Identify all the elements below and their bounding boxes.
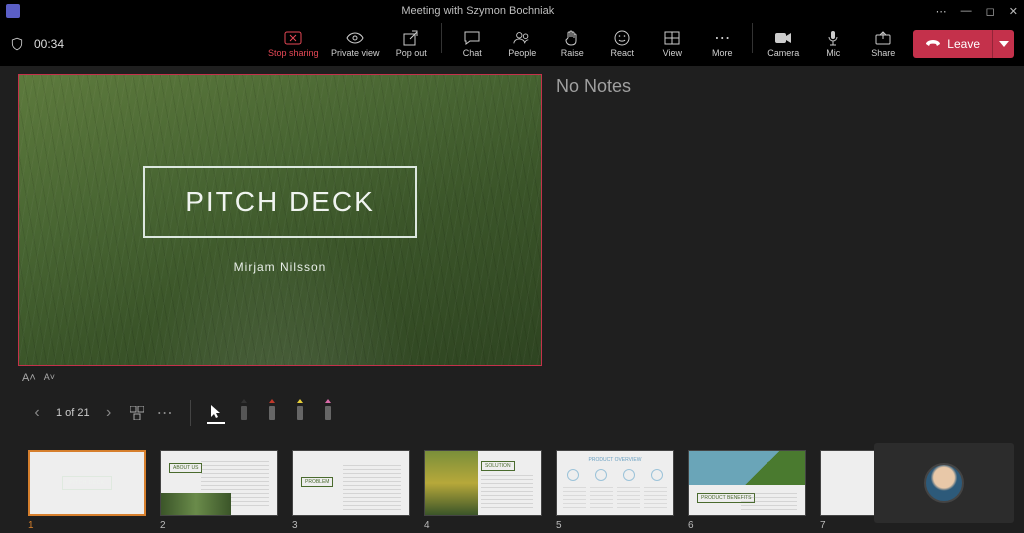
raise-hand-label: Raise [561, 48, 584, 58]
title-bar: Meeting with Szymon Bochniak ⋯ ― ◻ ✕ [0, 0, 1024, 22]
thumb-4-num: 4 [424, 520, 542, 531]
stop-sharing-label: Stop sharing [268, 48, 319, 58]
pop-out-icon [402, 30, 420, 46]
pop-out-label: Pop out [396, 48, 427, 58]
camera-button[interactable]: Camera [759, 23, 807, 65]
grid-view-button[interactable] [128, 404, 146, 422]
leave-label: Leave [947, 37, 980, 51]
raise-hand-button[interactable]: Raise [548, 23, 596, 65]
minimize-icon[interactable]: ― [961, 5, 972, 17]
thumb-3-num: 3 [292, 520, 410, 531]
slide-title: PITCH DECK [185, 186, 375, 218]
react-icon [613, 30, 631, 46]
share-button[interactable]: Share [859, 23, 907, 65]
more-label: More [712, 48, 733, 58]
more-button[interactable]: ⋯ More [698, 23, 746, 65]
participant-tile[interactable] [874, 443, 1014, 523]
avatar [924, 463, 964, 503]
more-icon: ⋯ [713, 30, 731, 46]
presenter-view: PITCH DECK Mirjam Nilsson A˄ A˅ No Notes… [0, 66, 1024, 533]
private-view-button[interactable]: Private view [325, 23, 385, 65]
private-view-label: Private view [331, 48, 380, 58]
thumb-1-num: 1 [28, 520, 146, 531]
thumb-1[interactable]: PITCH DECK 1 [28, 450, 146, 531]
increase-font-button[interactable]: A˄ [22, 372, 36, 384]
thumb-3-badge: PROBLEM [301, 477, 333, 487]
thumb-3[interactable]: PROBLEM 3 [292, 450, 410, 531]
thumb-2[interactable]: ABOUT US 2 [160, 450, 278, 531]
view-button[interactable]: View [648, 23, 696, 65]
view-label: View [663, 48, 682, 58]
pen-black[interactable] [235, 402, 253, 424]
chevron-down-icon [999, 41, 1009, 47]
mic-button[interactable]: Mic [809, 23, 857, 65]
chat-label: Chat [463, 48, 482, 58]
thumb-6-num: 6 [688, 520, 806, 531]
privacy-shield-icon[interactable] [10, 36, 24, 52]
thumb-2-num: 2 [160, 520, 278, 531]
meeting-toolbar: 00:34 Stop sharing Private view Pop out … [0, 22, 1024, 66]
slide-nav: ‹ 1 of 21 › ⋯ [18, 398, 1006, 428]
thumb-6[interactable]: PRODUCT BENEFITS 6 [688, 450, 806, 531]
app-icon [6, 4, 20, 18]
pen-yellow[interactable] [291, 402, 309, 424]
react-label: React [611, 48, 635, 58]
thumbnail-strip: PITCH DECK 1 ABOUT US 2 PROBLEM 3 SOLUTI… [18, 450, 1006, 531]
meeting-timer: 00:34 [34, 37, 64, 51]
hangup-icon [925, 39, 941, 49]
notes-heading: No Notes [556, 76, 1006, 97]
share-icon [874, 30, 892, 46]
thumb-2-badge: ABOUT US [169, 463, 202, 473]
leave-button[interactable]: Leave [913, 30, 992, 58]
leave-options-button[interactable] [992, 30, 1014, 58]
prev-slide-button[interactable]: ‹ [28, 404, 46, 422]
thumb-4[interactable]: SOLUTION 4 [424, 450, 542, 531]
thumb-4-badge: SOLUTION [481, 461, 515, 471]
pop-out-button[interactable]: Pop out [387, 23, 435, 65]
more-nav-button[interactable]: ⋯ [156, 404, 174, 422]
people-button[interactable]: People [498, 23, 546, 65]
next-slide-button[interactable]: › [100, 404, 118, 422]
stop-sharing-icon [284, 30, 302, 46]
people-label: People [508, 48, 536, 58]
slide-counter: 1 of 21 [56, 407, 90, 419]
more-window-icon[interactable]: ⋯ [936, 5, 947, 18]
view-icon [663, 30, 681, 46]
share-label: Share [871, 48, 895, 58]
cursor-tool[interactable] [207, 402, 225, 424]
eye-icon [346, 30, 364, 46]
camera-label: Camera [767, 48, 799, 58]
chat-button[interactable]: Chat [448, 23, 496, 65]
stop-sharing-button[interactable]: Stop sharing [263, 23, 323, 65]
current-slide[interactable]: PITCH DECK Mirjam Nilsson [18, 74, 542, 366]
mic-label: Mic [826, 48, 840, 58]
chat-icon [463, 30, 481, 46]
thumb-1-title: PITCH DECK [62, 476, 111, 490]
camera-icon [774, 30, 792, 46]
slide-author: Mirjam Nilsson [234, 260, 327, 274]
pen-red[interactable] [263, 402, 281, 424]
window-title: Meeting with Szymon Bochniak [20, 5, 936, 17]
close-icon[interactable]: ✕ [1009, 5, 1018, 18]
thumb-5[interactable]: PRODUCT OVERVIEW 5 [556, 450, 674, 531]
decrease-font-button[interactable]: A˅ [44, 372, 55, 384]
react-button[interactable]: React [598, 23, 646, 65]
thumb-5-header: PRODUCT OVERVIEW [557, 457, 673, 463]
raise-hand-icon [563, 30, 581, 46]
thumb-5-num: 5 [556, 520, 674, 531]
notes-panel: No Notes [556, 74, 1006, 384]
maximize-icon[interactable]: ◻ [986, 5, 995, 18]
people-icon [513, 30, 531, 46]
pen-pink[interactable] [319, 402, 337, 424]
mic-icon [824, 30, 842, 46]
